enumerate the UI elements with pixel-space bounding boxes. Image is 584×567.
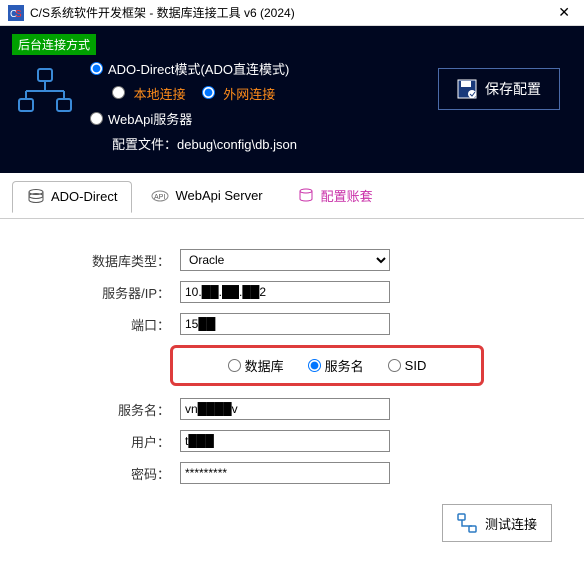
local-connect-label: 本地连接 xyxy=(134,87,186,102)
local-connect-radio[interactable] xyxy=(112,86,125,99)
dbtype-label: 数据库类型： xyxy=(20,251,180,270)
rb-database-option[interactable]: 数据库 xyxy=(228,356,284,375)
connection-form: 数据库类型： Oracle 服务器/IP： 端口： 数据库 服务名 SID 服务… xyxy=(0,219,584,504)
tab-ado-direct[interactable]: ADO-Direct xyxy=(12,181,132,213)
window-title: C/S系统软件开发框架 - 数据库连接工具 v6 (2024) xyxy=(30,4,552,21)
close-icon[interactable]: ✕ xyxy=(552,4,576,21)
identifier-type-group: 数据库 服务名 SID xyxy=(170,345,484,386)
server-input[interactable] xyxy=(180,281,390,303)
user-label: 用户： xyxy=(20,432,180,451)
config-file-label: 配置文件：debug\config\db.json xyxy=(112,134,297,153)
ado-direct-radio[interactable] xyxy=(90,62,103,75)
password-label: 密码： xyxy=(20,464,180,483)
dbtype-select[interactable]: Oracle xyxy=(180,249,390,271)
rb-sid-radio[interactable] xyxy=(388,359,401,372)
webapi-label: WebApi服务器 xyxy=(108,109,192,128)
service-input[interactable] xyxy=(180,398,390,420)
local-connect-option[interactable]: 本地连接 xyxy=(112,84,186,103)
external-connect-option[interactable]: 外网连接 xyxy=(202,84,276,103)
rb-sid-label: SID xyxy=(405,358,427,373)
service-label: 服务名： xyxy=(20,400,180,419)
tab-webapi[interactable]: API WebApi Server xyxy=(136,180,277,212)
save-config-label: 保存配置 xyxy=(485,79,541,99)
rb-service-label: 服务名 xyxy=(325,356,364,375)
rb-sid-option[interactable]: SID xyxy=(388,356,427,375)
rb-database-radio[interactable] xyxy=(228,359,241,372)
rb-service-radio[interactable] xyxy=(308,359,321,372)
connection-mode-panel: 后台连接方式 ADO-Direct模式(ADO直连模式) 本地连接 外网连接 xyxy=(0,26,584,173)
tab-ado-label: ADO-Direct xyxy=(51,189,117,204)
tab-bar: ADO-Direct API WebApi Server 配置账套 xyxy=(0,173,584,219)
port-input[interactable] xyxy=(180,313,390,335)
connection-test-icon xyxy=(457,513,477,533)
ledger-icon xyxy=(297,187,315,205)
port-label: 端口： xyxy=(20,315,180,334)
password-input[interactable] xyxy=(180,462,390,484)
titlebar: CS C/S系统软件开发框架 - 数据库连接工具 v6 (2024) ✕ xyxy=(0,0,584,26)
svg-text:API: API xyxy=(154,194,165,201)
user-input[interactable] xyxy=(180,430,390,452)
external-connect-label: 外网连接 xyxy=(223,87,275,102)
api-icon: API xyxy=(151,187,169,205)
rb-service-option[interactable]: 服务名 xyxy=(308,356,364,375)
webapi-mode-option[interactable]: WebApi服务器 xyxy=(90,109,572,128)
backend-mode-tag: 后台连接方式 xyxy=(12,34,96,55)
webapi-radio[interactable] xyxy=(90,112,103,125)
rb-database-label: 数据库 xyxy=(245,356,284,375)
tab-webapi-label: WebApi Server xyxy=(175,188,262,203)
svg-text:S: S xyxy=(15,9,22,20)
tab-account[interactable]: 配置账套 xyxy=(282,179,388,212)
save-config-button[interactable]: 保存配置 xyxy=(438,68,560,110)
app-icon: CS xyxy=(8,5,24,21)
test-connection-label: 测试连接 xyxy=(485,514,537,533)
test-connection-button[interactable]: 测试连接 xyxy=(442,504,552,542)
ado-direct-label: ADO-Direct模式(ADO直连模式) xyxy=(108,59,289,78)
tab-account-label: 配置账套 xyxy=(321,186,373,205)
database-icon xyxy=(27,188,45,206)
external-connect-radio[interactable] xyxy=(202,86,215,99)
network-icon xyxy=(16,65,74,123)
floppy-save-icon xyxy=(457,79,477,99)
server-label: 服务器/IP： xyxy=(20,283,180,302)
